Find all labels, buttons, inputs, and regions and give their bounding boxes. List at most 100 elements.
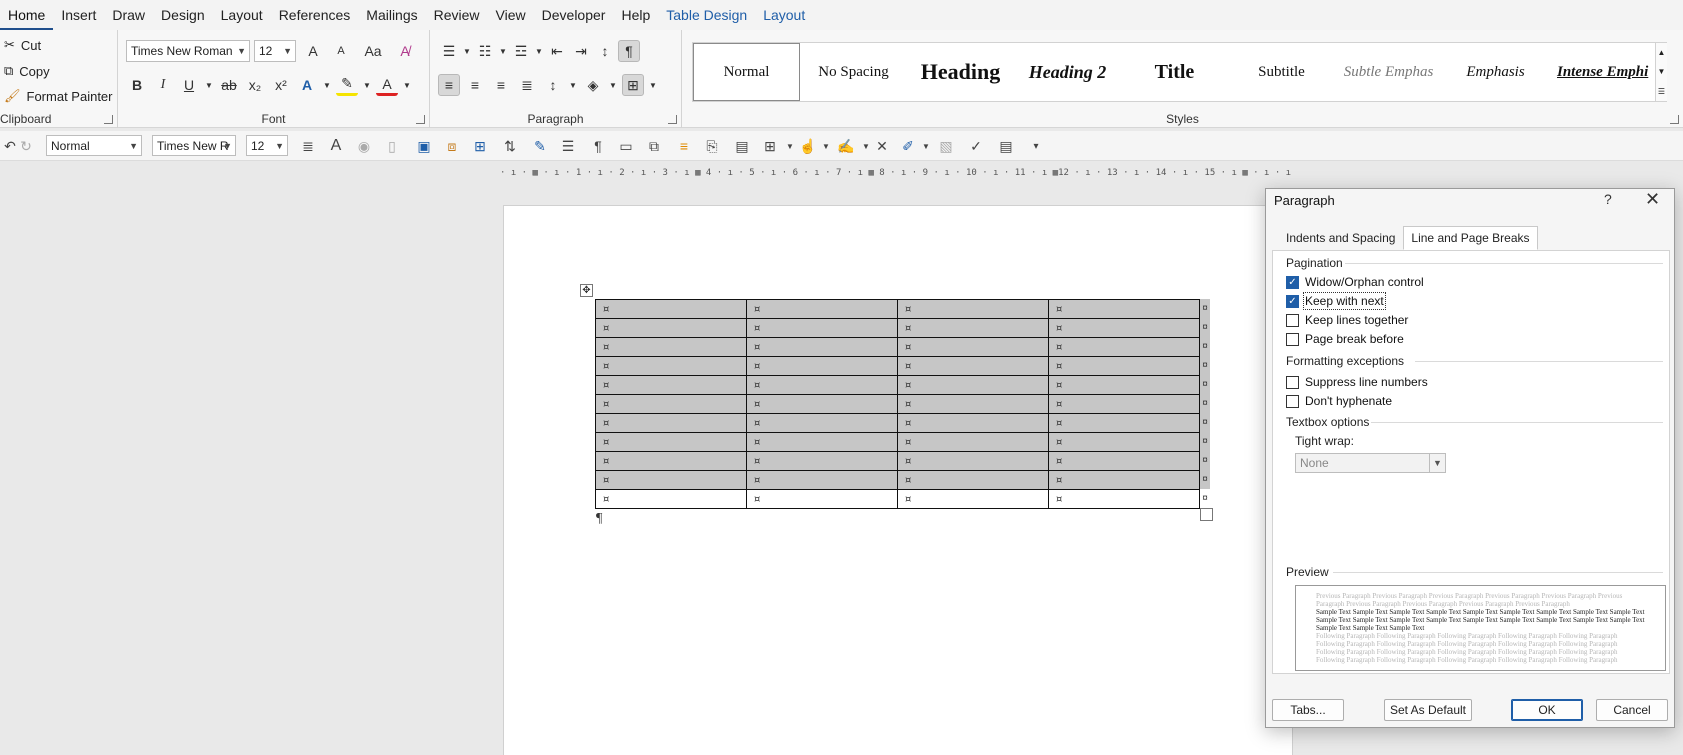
- ok-button[interactable]: OK: [1511, 699, 1583, 721]
- line-spacing-icon[interactable]: ↕: [542, 74, 564, 96]
- tab-view[interactable]: View: [488, 0, 534, 30]
- table-cell[interactable]: ¤: [595, 413, 747, 433]
- dont-hyphenate-checkbox[interactable]: Don't hyphenate: [1286, 394, 1392, 408]
- table-cell[interactable]: ¤: [1048, 489, 1200, 509]
- chevron-down-icon[interactable]: ▼: [916, 136, 936, 156]
- tab-draw[interactable]: Draw: [104, 0, 153, 30]
- chevron-down-icon[interactable]: ▼: [462, 40, 472, 62]
- spelling-icon[interactable]: ✓: [966, 136, 986, 156]
- font-a-icon[interactable]: A: [326, 136, 346, 156]
- table-cell[interactable]: ¤: [897, 299, 1049, 319]
- table-cell[interactable]: ¤: [897, 337, 1049, 357]
- doc-list-icon[interactable]: ▤: [996, 136, 1016, 156]
- chevron-down-icon[interactable]: ▼: [1658, 67, 1666, 76]
- font-combo[interactable]: Times New R ▼: [152, 135, 236, 156]
- close-x-icon[interactable]: ✕: [872, 136, 892, 156]
- page-icon[interactable]: ▭: [616, 136, 636, 156]
- tab-indents-spacing[interactable]: Indents and Spacing: [1278, 226, 1403, 250]
- align-right-icon[interactable]: ≡: [490, 74, 512, 96]
- bullets-icon[interactable]: ☰: [438, 40, 460, 62]
- table-cell[interactable]: ¤: [897, 489, 1049, 509]
- align-center-icon[interactable]: ≡: [464, 74, 486, 96]
- styles-launcher-icon[interactable]: [1670, 115, 1679, 124]
- multilevel-list-icon[interactable]: ☲: [510, 40, 532, 62]
- table-cell[interactable]: ¤: [746, 318, 898, 338]
- italic-icon[interactable]: I: [152, 74, 174, 96]
- style-emphasis[interactable]: Emphasis: [1442, 43, 1549, 101]
- pen-icon[interactable]: ✍: [836, 136, 856, 156]
- cut-button[interactable]: ✂ Cut: [4, 37, 41, 53]
- redo-icon[interactable]: ↻: [16, 136, 36, 156]
- borders-icon[interactable]: ⊞: [622, 74, 644, 96]
- record-icon[interactable]: ◉: [354, 136, 374, 156]
- style-subtitle[interactable]: Subtitle: [1228, 43, 1335, 101]
- tab-home[interactable]: Home: [0, 0, 54, 30]
- table-cell[interactable]: ¤: [595, 470, 747, 490]
- table-cell[interactable]: ¤: [595, 337, 747, 357]
- more-icon[interactable]: ☰: [1658, 87, 1665, 96]
- table-cell[interactable]: ¤: [1048, 394, 1200, 414]
- table-cell[interactable]: ¤: [1048, 413, 1200, 433]
- table-cell[interactable]: ¤: [1048, 375, 1200, 395]
- chevron-down-icon[interactable]: ▼: [204, 74, 214, 96]
- shape-icon[interactable]: ▧: [936, 136, 956, 156]
- image-icon[interactable]: ⧈: [442, 136, 462, 156]
- tab-table-design[interactable]: Table Design: [658, 0, 755, 30]
- clear-format-icon[interactable]: ≣: [298, 136, 318, 156]
- style-subtle-emphasis[interactable]: Subtle Emphas: [1335, 43, 1442, 101]
- table-cell[interactable]: ¤: [746, 337, 898, 357]
- font-name-combo[interactable]: Times New Roman ▼: [126, 40, 250, 62]
- chevron-down-icon[interactable]: ▼: [780, 136, 800, 156]
- widow-orphan-checkbox[interactable]: ✓ Widow/Orphan control: [1286, 275, 1424, 289]
- text-effects-icon[interactable]: A: [296, 74, 318, 96]
- cancel-button[interactable]: Cancel: [1596, 699, 1668, 721]
- table-cell[interactable]: ¤: [1048, 432, 1200, 452]
- increase-indent-icon[interactable]: ⇥: [570, 40, 592, 62]
- paragraph-launcher-icon[interactable]: [668, 115, 677, 124]
- table-cell[interactable]: ¤: [897, 394, 1049, 414]
- strikethrough-icon[interactable]: ab: [218, 74, 240, 96]
- gallery-scroll[interactable]: ▲ ▼ ☰: [1655, 43, 1667, 101]
- bold-icon[interactable]: B: [126, 74, 148, 96]
- sort-icon[interactable]: ↕: [594, 40, 616, 62]
- keep-with-next-checkbox[interactable]: ✓ Keep with next: [1286, 292, 1386, 310]
- style-normal[interactable]: Normal: [693, 43, 800, 101]
- chevron-down-icon[interactable]: ▼: [568, 74, 578, 96]
- style-no-spacing[interactable]: No Spacing: [800, 43, 907, 101]
- table-cell[interactable]: ¤: [897, 413, 1049, 433]
- sort-az-icon[interactable]: ⇅: [500, 136, 520, 156]
- document-icon[interactable]: ▯: [382, 136, 402, 156]
- table-cell[interactable]: ¤: [746, 470, 898, 490]
- edit-doc-icon[interactable]: ✎: [530, 136, 550, 156]
- superscript-icon[interactable]: x²: [270, 74, 292, 96]
- style-intense-emphasis[interactable]: Intense Emphi: [1549, 43, 1656, 101]
- customize-toolbar-icon[interactable]: ▾: [1026, 136, 1046, 156]
- pilcrow-icon[interactable]: ¶: [588, 136, 608, 156]
- font-size-combo[interactable]: 12 ▼: [254, 40, 296, 62]
- table-cell[interactable]: ¤: [746, 394, 898, 414]
- tab-mailings[interactable]: Mailings: [358, 0, 425, 30]
- table-cell[interactable]: ¤: [1048, 299, 1200, 319]
- tab-table-layout[interactable]: Layout: [755, 0, 813, 30]
- justify-icon[interactable]: ≣: [516, 74, 538, 96]
- table-cell[interactable]: ¤: [897, 470, 1049, 490]
- table-cell[interactable]: ¤: [595, 299, 747, 319]
- shading-icon[interactable]: ◈: [582, 74, 604, 96]
- table-icon[interactable]: ⊞: [760, 136, 780, 156]
- chevron-up-icon[interactable]: ▲: [1658, 48, 1666, 57]
- chevron-down-icon[interactable]: ▼: [816, 136, 836, 156]
- subscript-icon[interactable]: x₂: [244, 74, 266, 96]
- table-cell[interactable]: ¤: [595, 375, 747, 395]
- table-grid-icon[interactable]: ⊞: [470, 136, 490, 156]
- suppress-line-numbers-checkbox[interactable]: Suppress line numbers: [1286, 375, 1428, 389]
- table-cell[interactable]: ¤: [595, 318, 747, 338]
- tab-review[interactable]: Review: [426, 0, 488, 30]
- tab-line-page-breaks[interactable]: Line and Page Breaks: [1403, 226, 1538, 250]
- font-color-icon[interactable]: A: [376, 74, 398, 96]
- table-cell[interactable]: ¤: [897, 318, 1049, 338]
- size-combo[interactable]: 12 ▼: [246, 135, 288, 156]
- table-cell[interactable]: ¤: [1048, 337, 1200, 357]
- table-cell[interactable]: ¤: [746, 432, 898, 452]
- chevron-down-icon[interactable]: ▼: [322, 74, 332, 96]
- table-cell[interactable]: ¤: [1048, 318, 1200, 338]
